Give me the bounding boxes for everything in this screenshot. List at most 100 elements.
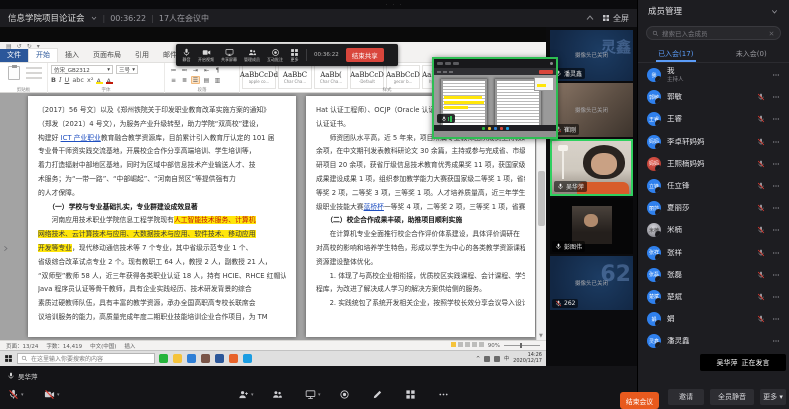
more-options-icon[interactable] bbox=[772, 138, 780, 146]
tray-expand-icon[interactable]: ^ bbox=[476, 356, 480, 362]
panel-footer-button-邀请[interactable]: 邀请 bbox=[668, 389, 704, 405]
member-search-input[interactable]: 搜索已入会成员 bbox=[646, 26, 781, 40]
member-row-王睿[interactable]: 王睿 王睿 bbox=[638, 108, 789, 130]
share-toolbar-record-button[interactable]: 互动批注 bbox=[267, 48, 283, 63]
caret-icon[interactable]: ▾ bbox=[251, 392, 254, 398]
member-row-郭敏[interactable]: 郭敏 郭敏 bbox=[638, 86, 789, 108]
scrollbar-thumb[interactable] bbox=[538, 171, 545, 226]
mic-muted-icon[interactable] bbox=[757, 93, 765, 101]
ime-indicator[interactable]: 中 bbox=[504, 355, 509, 362]
share-toolbar-people-button[interactable]: 管理成员 bbox=[244, 48, 260, 63]
paragraph-buttons-row1[interactable]: ≔≕⇥⇤¶ bbox=[169, 66, 222, 74]
video-tile-彭图伟[interactable]: 彭图伟 bbox=[550, 198, 633, 254]
paste-icon[interactable] bbox=[8, 66, 20, 80]
chevron-down-icon[interactable] bbox=[90, 14, 98, 22]
format-painter-button[interactable] bbox=[26, 77, 42, 79]
taskbar-search[interactable]: 在这里输入你要搜索的内容 bbox=[17, 353, 155, 364]
taskbar-clock[interactable]: 14:26 2020/12/17 bbox=[513, 353, 542, 364]
more-options-icon[interactable] bbox=[772, 204, 780, 212]
member-row-楚斌[interactable]: 楚斌 楚斌 bbox=[638, 286, 789, 308]
word-tab-文件[interactable]: 文件 bbox=[0, 49, 28, 62]
share-toolbar-mic-button[interactable]: 静音 bbox=[182, 48, 191, 63]
video-tile-262[interactable]: 62摄像头已关闭 262 bbox=[550, 256, 633, 310]
word-tab-页面布局[interactable]: 页面布局 bbox=[86, 49, 128, 62]
members-button[interactable] bbox=[272, 389, 283, 400]
volume-icon[interactable] bbox=[484, 356, 490, 362]
mic-muted-icon[interactable] bbox=[757, 115, 765, 123]
member-tab-已入会(17)[interactable]: 已入会(17) bbox=[638, 46, 714, 62]
share-toolbar-grid-button[interactable]: 更多 bbox=[290, 48, 299, 63]
chevron-down-icon[interactable] bbox=[770, 7, 779, 16]
member-row-张祥[interactable]: 张祥 张祥 bbox=[638, 242, 789, 264]
font-format-buttons[interactable]: BIUabcx² A A bbox=[51, 76, 113, 84]
member-row-米楠[interactable]: 米楠 米楠 bbox=[638, 219, 789, 241]
mic-muted-icon[interactable] bbox=[757, 226, 765, 234]
font-color-button[interactable]: A bbox=[106, 77, 113, 84]
member-row-张磊[interactable]: 张磊 张磊 bbox=[638, 264, 789, 286]
view-mode-buttons[interactable] bbox=[449, 342, 484, 349]
layout-button[interactable] bbox=[405, 389, 416, 400]
video-tile-吴华萍[interactable]: 吴华萍 bbox=[550, 139, 633, 196]
mute-toggle-button[interactable]: ▾ bbox=[8, 389, 24, 400]
style-chip[interactable]: AaBbC Char Cha... bbox=[278, 65, 312, 89]
more-options-icon[interactable] bbox=[772, 182, 780, 190]
highlight-color-button[interactable]: A bbox=[96, 77, 103, 84]
share-toolbar-monitor-button[interactable]: 共享屏幕 bbox=[221, 48, 237, 63]
invite-button[interactable]: ▾ bbox=[238, 389, 254, 400]
more-options-icon[interactable] bbox=[772, 315, 780, 323]
mic-muted-icon[interactable] bbox=[757, 160, 765, 168]
more-options-icon[interactable] bbox=[772, 249, 780, 257]
end-meeting-button[interactable]: 结束会议 bbox=[620, 392, 659, 409]
mic-muted-icon[interactable] bbox=[757, 271, 765, 279]
share-preview-window[interactable] bbox=[432, 57, 558, 139]
more-options-icon[interactable] bbox=[772, 337, 780, 345]
paragraph-buttons-row2[interactable]: ≡≣☰▤▥ bbox=[169, 76, 222, 84]
annotate-button[interactable] bbox=[372, 389, 383, 400]
more-options-icon[interactable] bbox=[772, 226, 780, 234]
close-icon[interactable] bbox=[768, 30, 775, 37]
cut-button[interactable] bbox=[26, 67, 42, 69]
mic-muted-icon[interactable] bbox=[757, 182, 765, 190]
caret-icon[interactable]: ▾ bbox=[57, 392, 60, 398]
font-name-select[interactable]: 仿宋_GB2312▾ bbox=[51, 65, 113, 74]
video-tile-潘灵鑫[interactable]: 灵鑫摄像头已关闭 潘灵鑫 bbox=[550, 30, 633, 81]
mic-muted-icon[interactable] bbox=[757, 315, 765, 323]
preview-close-icon[interactable] bbox=[550, 62, 553, 65]
fullscreen-button[interactable]: 全屏 bbox=[602, 13, 629, 24]
mic-muted-icon[interactable] bbox=[757, 249, 765, 257]
member-tab-未入会(0)[interactable]: 未入会(0) bbox=[714, 46, 789, 62]
copy-button[interactable] bbox=[26, 72, 42, 74]
taskbar-app-icon[interactable] bbox=[201, 354, 210, 363]
taskbar-app-icon[interactable] bbox=[159, 354, 168, 363]
caret-icon[interactable]: ▾ bbox=[21, 392, 24, 398]
camera-toggle-button[interactable]: ▾ bbox=[44, 389, 60, 400]
mic-muted-icon[interactable] bbox=[757, 138, 765, 146]
taskbar-app-icon[interactable] bbox=[187, 354, 196, 363]
windows-start-button[interactable] bbox=[4, 354, 13, 363]
taskbar-app-icon[interactable] bbox=[243, 354, 252, 363]
video-tile-崔刚[interactable]: 摄像头已关闭 崔刚 bbox=[550, 83, 633, 137]
style-chip[interactable]: AaBbCcDd apple co... bbox=[242, 65, 276, 89]
style-chip[interactable]: AaBbCcD gecor b... bbox=[386, 65, 420, 89]
panel-footer-button-更多 ▾[interactable]: 更多 ▾ bbox=[760, 389, 786, 405]
taskbar-app-icon[interactable] bbox=[229, 354, 238, 363]
font-size-select[interactable]: 三号▾ bbox=[116, 65, 138, 74]
style-chip[interactable]: AaBb( Char Cha... bbox=[314, 65, 348, 89]
panel-footer-button-全员静音[interactable]: 全员静音 bbox=[710, 389, 754, 405]
share-screen-button[interactable]: ▾ bbox=[305, 389, 321, 400]
more-options-icon[interactable] bbox=[772, 160, 780, 168]
member-row-潘灵鑫[interactable]: 灵鑫 潘灵鑫 bbox=[638, 330, 789, 352]
end-share-button[interactable]: 结束共享 bbox=[346, 48, 384, 62]
member-row-任立锋[interactable]: 立锋 任立锋 bbox=[638, 175, 789, 197]
preview-end-share-button[interactable] bbox=[539, 70, 553, 74]
more-options-icon[interactable] bbox=[772, 271, 780, 279]
member-row-王熙楠妈妈[interactable]: 妈妈 王熙楠妈妈 bbox=[638, 153, 789, 175]
scroll-down-icon[interactable]: ▼ bbox=[539, 333, 543, 339]
more-options-icon[interactable] bbox=[772, 71, 780, 79]
more-options-icon[interactable] bbox=[772, 293, 780, 301]
mic-muted-icon[interactable] bbox=[757, 293, 765, 301]
more-options-icon[interactable] bbox=[772, 93, 780, 101]
member-row-李卓轩妈妈[interactable]: 妈妈 李卓轩妈妈 bbox=[638, 131, 789, 153]
member-row-娟[interactable]: 娟 娟 bbox=[638, 308, 789, 330]
collapse-videos-icon[interactable] bbox=[584, 12, 596, 24]
